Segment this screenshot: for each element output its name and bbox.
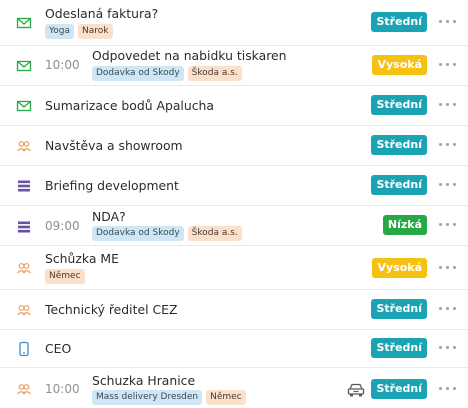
tag[interactable]: Yoga <box>45 24 75 39</box>
phone-icon <box>19 341 29 357</box>
task-row[interactable]: Technický ředitel CEZ Střední <box>0 290 468 330</box>
tag[interactable]: Němec <box>45 269 85 284</box>
tag[interactable]: Němec <box>206 390 246 405</box>
task-tags: Němec <box>45 269 85 284</box>
people-icon <box>17 384 31 395</box>
task-time: 10:00 <box>45 58 80 72</box>
priority-badge[interactable]: Vysoká <box>372 55 427 75</box>
more-options-icon[interactable] <box>438 143 458 149</box>
task-title[interactable]: Briefing development <box>45 178 179 193</box>
list-icon <box>18 180 30 192</box>
task-row[interactable]: Schůzka ME Němec Vysoká <box>0 246 468 290</box>
tag[interactable]: Narok <box>78 24 113 39</box>
task-row[interactable]: Sumarizace bodů Apalucha Střední <box>0 86 468 126</box>
more-options-icon[interactable] <box>438 103 458 109</box>
task-title[interactable]: Odpovedet na nabidku tiskaren <box>92 48 287 63</box>
car-icon <box>347 383 365 397</box>
tag[interactable]: Dodavka od Skody <box>92 226 184 241</box>
priority-badge[interactable]: Střední <box>371 135 427 155</box>
task-tags: Yoga Narok <box>45 24 113 39</box>
priority-badge[interactable]: Střední <box>371 95 427 115</box>
email-icon <box>16 100 32 112</box>
task-title[interactable]: Schůzka ME <box>45 251 119 266</box>
priority-badge[interactable]: Střední <box>371 379 427 399</box>
people-icon <box>17 305 31 316</box>
task-row[interactable]: CEO Střední <box>0 330 468 368</box>
task-row[interactable]: Briefing development Střední <box>0 166 468 206</box>
task-title[interactable]: NDA? <box>92 209 126 224</box>
task-title[interactable]: Schuzka Hranice <box>92 373 195 388</box>
task-row[interactable]: Navštěva a showroom Střední <box>0 126 468 166</box>
people-icon <box>17 141 31 152</box>
people-icon <box>17 263 31 274</box>
more-options-icon[interactable] <box>438 183 458 189</box>
priority-badge[interactable]: Střední <box>371 338 427 358</box>
email-icon <box>16 60 32 72</box>
priority-badge[interactable]: Vysoká <box>372 258 427 278</box>
more-options-icon[interactable] <box>438 307 458 313</box>
more-options-icon[interactable] <box>438 63 458 69</box>
task-tags: Mass delivery Dresden Němec <box>92 390 246 405</box>
more-options-icon[interactable] <box>438 20 458 26</box>
more-options-icon[interactable] <box>438 266 458 272</box>
priority-badge[interactable]: Střední <box>371 299 427 319</box>
task-tags: Dodavka od Skody Škoda a.s. <box>92 66 242 81</box>
task-title[interactable]: Sumarizace bodů Apalucha <box>45 98 214 113</box>
task-title[interactable]: Odeslaná faktura? <box>45 6 158 21</box>
task-title[interactable]: CEO <box>45 341 71 356</box>
more-options-icon[interactable] <box>438 346 458 352</box>
task-time: 10:00 <box>45 382 80 396</box>
email-icon <box>16 17 32 29</box>
task-row[interactable]: 10:00 Schuzka Hranice Mass delivery Dres… <box>0 368 468 408</box>
tag[interactable]: Mass delivery Dresden <box>92 390 203 405</box>
priority-badge[interactable]: Střední <box>371 175 427 195</box>
task-title[interactable]: Technický ředitel CEZ <box>45 302 177 317</box>
tag[interactable]: Dodavka od Skody <box>92 66 184 81</box>
task-title[interactable]: Navštěva a showroom <box>45 138 183 153</box>
task-row[interactable]: 10:00 Odpovedet na nabidku tiskaren Doda… <box>0 46 468 86</box>
priority-badge[interactable]: Nízká <box>382 215 427 235</box>
task-row[interactable]: 09:00 NDA? Dodavka od Skody Škoda a.s. N… <box>0 206 468 246</box>
tag[interactable]: Škoda a.s. <box>187 226 242 241</box>
more-options-icon[interactable] <box>438 223 458 229</box>
more-options-icon[interactable] <box>438 387 458 393</box>
tag[interactable]: Škoda a.s. <box>187 66 242 81</box>
task-row[interactable]: Odeslaná faktura? Yoga Narok Střední <box>0 0 468 46</box>
task-tags: Dodavka od Skody Škoda a.s. <box>92 226 242 241</box>
priority-badge[interactable]: Střední <box>371 12 427 32</box>
task-time: 09:00 <box>45 219 80 233</box>
list-icon <box>18 221 30 233</box>
